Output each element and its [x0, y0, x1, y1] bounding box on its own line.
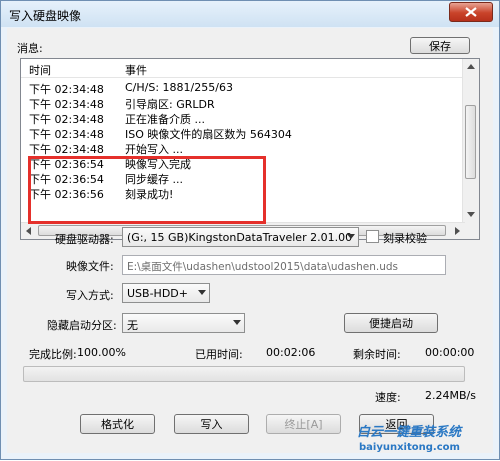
messages-label: 消息:	[17, 42, 43, 55]
speed-value: 2.24MB/s	[425, 389, 476, 402]
format-button[interactable]: 格式化	[80, 414, 155, 434]
save-button[interactable]: 保存	[410, 37, 470, 54]
scroll-right-icon[interactable]	[455, 227, 460, 235]
chevron-down-icon	[233, 320, 241, 325]
scroll-left-icon[interactable]	[26, 227, 31, 235]
verify-checkbox[interactable]	[366, 230, 379, 243]
log-row: 下午 02:34:48 正在准备介质 ...	[21, 111, 465, 126]
log-row: 下午 02:34:48 C/H/S: 1881/255/63	[21, 81, 465, 96]
log-time: 下午 02:34:48	[29, 113, 104, 126]
log-time: 下午 02:34:48	[29, 83, 104, 96]
log-time: 下午 02:34:48	[29, 98, 104, 111]
speed-label: 速度:	[375, 391, 401, 404]
remaining-label: 剩余时间:	[353, 348, 401, 361]
chevron-down-icon	[347, 234, 355, 239]
chevron-down-icon	[198, 290, 206, 295]
image-file-label: 映像文件:	[66, 260, 114, 273]
elapsed-value: 00:02:06	[266, 346, 316, 359]
log-event: 正在准备介质 ...	[125, 113, 205, 126]
write-mode-label: 写入方式:	[66, 289, 114, 302]
log-row: 下午 02:34:48 引导扇区: GRLDR	[21, 96, 465, 111]
vertical-scroll-thumb[interactable]	[465, 105, 476, 179]
dialog-body: 消息: 保存 时间 事件 下午 02:34:48 C/H/S: 1881/255/…	[7, 28, 493, 453]
remaining-value: 00:00:00	[425, 346, 475, 359]
write-disk-image-window: 写入硬盘映像 消息: 保存 时间 事件 下午 02:34:48 C/H/S: 18…	[0, 0, 500, 460]
log-event: ISO 映像文件的扇区数为 564304	[125, 128, 292, 141]
column-header-time[interactable]: 时间	[29, 62, 51, 78]
title-bar: 写入硬盘映像	[1, 1, 499, 27]
verify-label: 刻录校验	[383, 232, 427, 245]
hidden-partition-select[interactable]: 无	[122, 313, 245, 333]
scrollbar-corner	[463, 223, 479, 239]
image-file-value: E:\桌面文件\udashen\udstool2015\data\udashen…	[127, 261, 399, 273]
log-row: 下午 02:34:48 ISO 映像文件的扇区数为 564304	[21, 126, 465, 141]
scroll-down-icon[interactable]	[467, 212, 475, 217]
write-mode-value: USB-HDD+	[127, 287, 188, 300]
site-watermark: 白云一键重装系统 baiyunxitong.com	[357, 421, 499, 461]
window-title: 写入硬盘映像	[9, 9, 82, 23]
log-event: C/H/S: 1881/255/63	[125, 81, 233, 94]
progress-bar	[23, 366, 465, 382]
elapsed-label: 已用时间:	[195, 348, 243, 361]
highlight-annotation	[28, 156, 266, 224]
drive-select[interactable]: (G:, 15 GB)KingstonDataTraveler 2.01.00	[122, 227, 359, 247]
image-file-field[interactable]: E:\桌面文件\udashen\udstool2015\data\udashen…	[122, 255, 446, 275]
watermark-url: baiyunxitong.com	[359, 442, 460, 453]
vertical-scrollbar[interactable]	[462, 59, 479, 223]
log-row: 下午 02:34:48 开始写入 ...	[21, 141, 465, 156]
close-icon	[465, 7, 477, 17]
drive-select-value: (G:, 15 GB)KingstonDataTraveler 2.01.00	[127, 231, 353, 244]
quick-boot-button[interactable]: 便捷启动	[344, 313, 438, 333]
close-button[interactable]	[449, 2, 493, 22]
write-button[interactable]: 写入	[174, 414, 249, 434]
log-time: 下午 02:34:48	[29, 128, 104, 141]
abort-button[interactable]: 终止[A]	[266, 414, 341, 434]
log-event: 开始写入 ...	[125, 143, 183, 156]
log-time: 下午 02:34:48	[29, 143, 104, 156]
log-event: 引导扇区: GRLDR	[125, 98, 215, 111]
scroll-up-icon[interactable]	[467, 64, 475, 69]
column-header-event[interactable]: 事件	[125, 62, 147, 78]
hidden-partition-label: 隐藏启动分区:	[47, 319, 117, 332]
watermark-title: 白云一键重装系统	[357, 425, 462, 440]
completion-label: 完成比例:	[29, 348, 77, 361]
completion-value: 100.00%	[77, 346, 126, 359]
log-header: 时间 事件	[21, 59, 465, 78]
hidden-partition-value: 无	[127, 319, 138, 332]
drive-label: 硬盘驱动器:	[55, 233, 114, 246]
write-mode-select[interactable]: USB-HDD+	[122, 283, 210, 303]
